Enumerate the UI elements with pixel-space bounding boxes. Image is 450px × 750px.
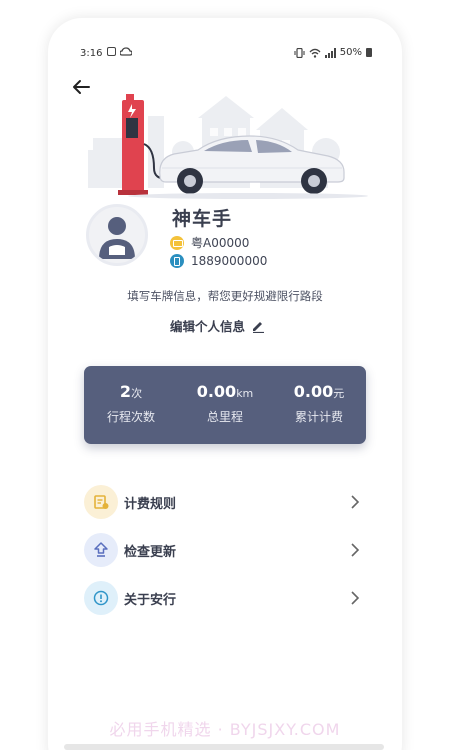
status-right-icons: 50% bbox=[294, 47, 372, 58]
menu-label: 检查更新 bbox=[124, 544, 177, 560]
menu-item-check-update[interactable]: 检查更新 bbox=[48, 526, 402, 574]
license-plate-text: 粤A00000 bbox=[191, 236, 250, 250]
username: 神车手 bbox=[172, 208, 233, 230]
phone-number-text: 1889000000 bbox=[191, 254, 268, 268]
stat-label: 总里程 bbox=[206, 410, 243, 424]
chevron-right-icon bbox=[351, 591, 360, 605]
stat-unit: km bbox=[236, 387, 254, 400]
status-time: 3:16 bbox=[80, 48, 103, 59]
update-icon bbox=[84, 533, 118, 567]
stat-value: 0.00 bbox=[196, 382, 237, 401]
edit-profile-label: 编辑个人信息 bbox=[170, 319, 246, 334]
info-icon bbox=[84, 581, 118, 615]
stat-label: 行程次数 bbox=[106, 410, 155, 424]
stat-total-fee: 0.00元 累计计费 bbox=[272, 366, 366, 444]
edit-profile-button[interactable]: 编辑个人信息 bbox=[170, 316, 265, 335]
vibrate-icon bbox=[294, 47, 305, 58]
stat-value: 0.00 bbox=[293, 382, 334, 401]
battery-icon bbox=[366, 48, 372, 57]
ev-charging-illustration bbox=[88, 94, 368, 199]
mobile-phone-icon bbox=[170, 254, 184, 268]
signal-icon bbox=[324, 47, 336, 58]
stat-unit: 次 bbox=[131, 387, 143, 400]
settings-menu: 计费规则 检查更新 关于安行 bbox=[48, 478, 402, 622]
watermark: 必用手机精选 · BYJSJXY.COM bbox=[109, 720, 341, 739]
battery-percent: 50% bbox=[339, 47, 362, 58]
menu-item-about[interactable]: 关于安行 bbox=[48, 574, 402, 622]
billing-rules-icon bbox=[84, 485, 118, 519]
stat-value: 2 bbox=[119, 382, 132, 401]
stats-panel: 2次 行程次数 0.00km 总里程 0.00元 累计计费 bbox=[84, 366, 366, 444]
user-avatar-icon bbox=[99, 217, 135, 259]
stat-label: 累计计费 bbox=[294, 410, 343, 424]
phone-number-row: 1889000000 bbox=[170, 254, 267, 268]
license-plate-row: 粤A00000 bbox=[170, 234, 249, 251]
chevron-right-icon bbox=[351, 543, 360, 557]
cloud-notification-icon bbox=[120, 47, 132, 56]
phone-frame: 3:16 50% 神车手 粤A00000 1889000000 填写车牌信息，帮… bbox=[48, 18, 402, 750]
avatar[interactable] bbox=[86, 204, 148, 266]
menu-label: 关于安行 bbox=[124, 592, 177, 608]
plate-hint-text: 填写车牌信息，帮您更好规避限行路段 bbox=[127, 289, 323, 303]
stat-unit: 元 bbox=[333, 387, 345, 400]
gallery-notification-icon bbox=[107, 47, 116, 56]
stat-trip-count: 2次 行程次数 bbox=[84, 366, 178, 444]
stat-total-mileage: 0.00km 总里程 bbox=[178, 366, 272, 444]
license-plate-icon bbox=[170, 235, 184, 250]
menu-label: 计费规则 bbox=[124, 496, 177, 512]
home-indicator bbox=[64, 744, 384, 750]
wifi-icon bbox=[309, 48, 321, 58]
chevron-right-icon bbox=[351, 495, 360, 509]
pencil-icon bbox=[253, 321, 265, 333]
status-bar: 3:16 50% bbox=[48, 18, 402, 59]
status-left-icons bbox=[107, 47, 132, 57]
menu-item-billing-rules[interactable]: 计费规则 bbox=[48, 478, 402, 526]
